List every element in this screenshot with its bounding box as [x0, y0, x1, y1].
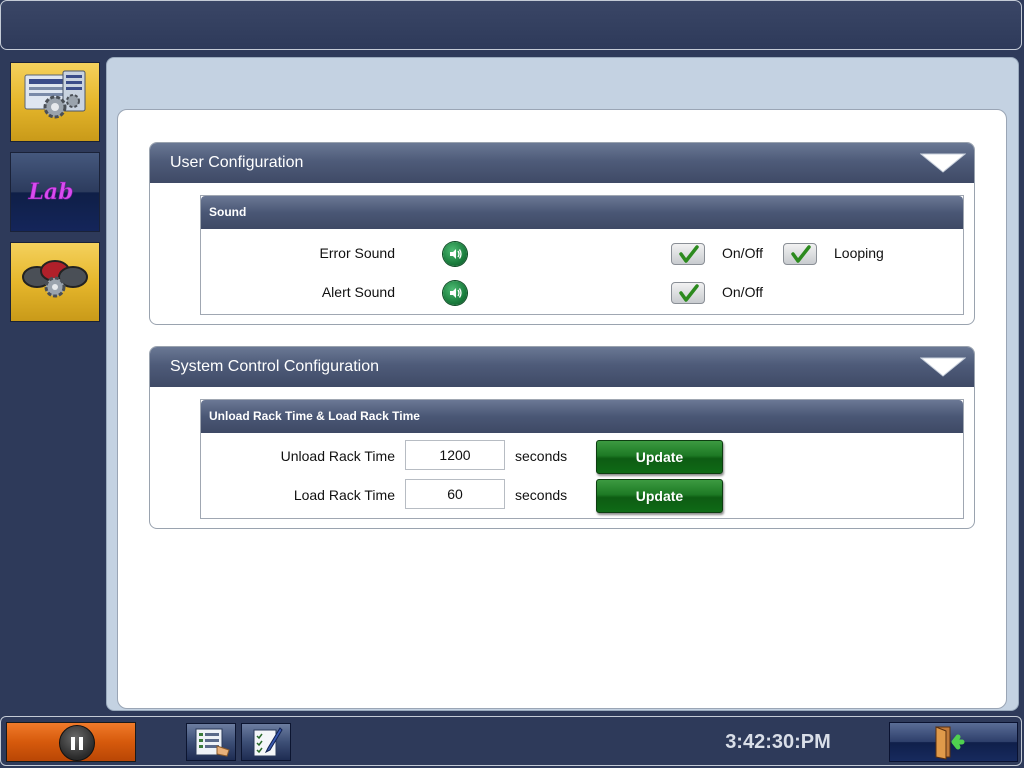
subsection-title: Unload Rack Time & Load Rack Time [209, 409, 420, 423]
pause-button[interactable] [6, 722, 136, 762]
load-rack-time-label: Load Rack Time [293, 487, 395, 503]
unload-rack-time-label: Unload Rack Time [280, 448, 395, 464]
pause-icon [59, 725, 95, 761]
load-rack-time-unit: seconds [515, 487, 568, 503]
rack-time-subsection: Unload Rack Time & Load Rack Time Unload… [200, 399, 964, 519]
check-icon [791, 245, 811, 263]
user-configuration-header[interactable]: User Configuration [150, 143, 974, 183]
user-configuration-section: User Configuration Sound Error Sound On/… [149, 142, 975, 325]
error-sound-looping-checkbox[interactable] [783, 243, 817, 265]
lab-icon-label: Lab [27, 179, 73, 205]
error-sound-looping-label: Looping [834, 245, 884, 261]
alert-sound-on-off-checkbox[interactable] [671, 282, 705, 304]
unload-rack-time-input[interactable] [405, 440, 505, 470]
sidebar-item-lab[interactable]: Lab [10, 152, 100, 232]
checklist-button[interactable] [241, 723, 291, 761]
sound-header: Sound [201, 196, 963, 229]
checklist-pen-icon [253, 727, 283, 757]
exit-door-icon [935, 726, 965, 760]
top-bar [0, 0, 1022, 50]
clock-display: 3:42:30:PM [725, 731, 831, 753]
collapse-triangle-icon[interactable] [920, 357, 966, 377]
sound-subsection: Sound Error Sound On/Off Looping Alert S… [200, 195, 964, 315]
section-title: User Configuration [170, 154, 304, 171]
load-rack-time-update-button[interactable]: Update [596, 479, 723, 513]
check-icon [679, 245, 699, 263]
error-sound-on-off-checkbox[interactable] [671, 243, 705, 265]
error-sound-on-off-label: On/Off [722, 245, 763, 261]
unload-rack-time-unit: seconds [515, 448, 568, 464]
system-control-configuration-section: System Control Configuration Unload Rack… [149, 346, 975, 529]
exit-button[interactable] [889, 722, 1018, 762]
sidebar-item-device-settings[interactable] [10, 242, 100, 322]
check-icon [679, 284, 699, 302]
section-title: System Control Configuration [170, 358, 379, 375]
system-control-configuration-header[interactable]: System Control Configuration [150, 347, 974, 387]
speaker-icon [450, 288, 462, 298]
sidebar-item-system-settings[interactable] [10, 62, 100, 142]
collapse-triangle-icon[interactable] [920, 153, 966, 173]
unload-rack-time-update-button[interactable]: Update [596, 440, 723, 474]
alert-sound-play-button[interactable] [443, 281, 467, 305]
load-rack-time-input[interactable] [405, 479, 505, 509]
report-icon [195, 728, 230, 757]
alert-sound-on-off-label: On/Off [722, 284, 763, 300]
rack-time-header: Unload Rack Time & Load Rack Time [201, 400, 963, 433]
color-gear-icon [22, 260, 88, 298]
error-sound-label: Error Sound [319, 245, 395, 261]
error-sound-play-button[interactable] [443, 242, 467, 266]
server-gear-icon [24, 70, 86, 119]
subsection-title: Sound [209, 205, 247, 219]
lab-icon: Lab [27, 179, 74, 206]
bottom-bar [0, 716, 1022, 766]
alert-sound-label: Alert Sound [321, 284, 395, 300]
speaker-icon [450, 249, 462, 259]
report-button[interactable] [186, 723, 236, 761]
